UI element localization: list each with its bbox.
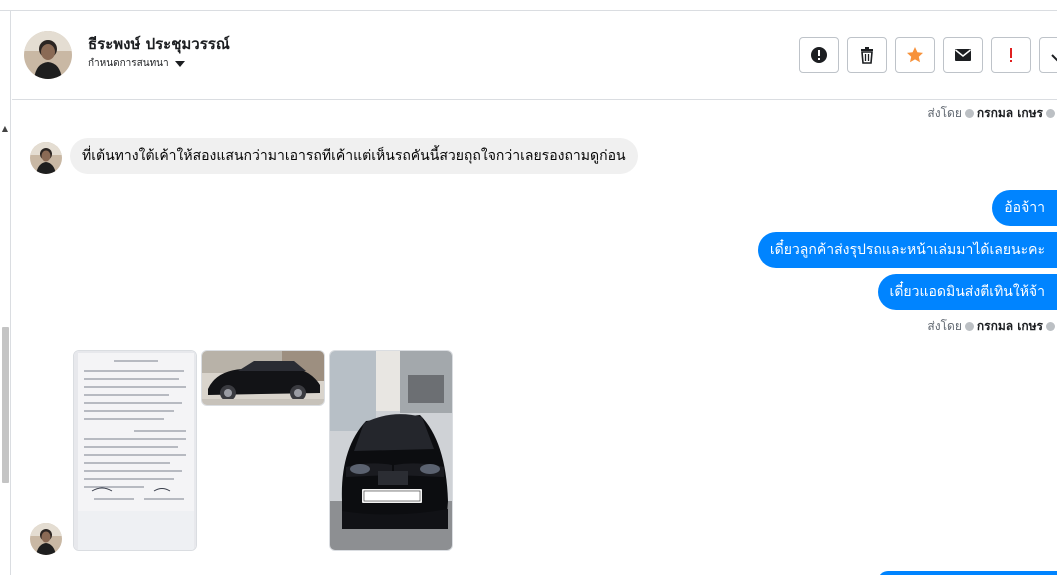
sent-by-info: ส่งโดย กรกมล เกษร [927,317,1055,336]
caret-down-icon [174,60,185,67]
attachment-document-photo[interactable] [73,350,197,551]
sent-by-agent: กรกมล เกษร [976,106,1043,120]
messenger-conversation: ▲ ธีระพงษ์ ประชุมวรรณ์ กำหนดการสนทนา ส่ง… [0,0,1057,575]
star-icon [907,47,923,63]
sent-by-info: ส่งโดย กรกมล เกษร [927,104,1055,123]
check-icon [1051,54,1057,62]
follow-up-button[interactable] [991,37,1031,73]
trash-icon [861,47,873,64]
agent-status-icon [964,109,974,118]
conversation-label-dropdown[interactable]: กำหนดการสนทนา [88,56,185,71]
incoming-message[interactable]: ที่เต้นทางใต้เค้าให้สองแสนกว่ามาเอารถทีเ… [70,138,638,174]
done-button[interactable] [1039,37,1057,73]
scrollbar[interactable]: ▲ [0,11,11,575]
outgoing-message[interactable]: อ้อจ้าา [992,190,1057,226]
seen-indicator-icon [1046,109,1055,118]
seen-indicator-icon [1046,322,1055,331]
sent-by-prefix: ส่งโดย [927,106,962,120]
sent-by-prefix: ส่งโดย [927,319,962,333]
contact-avatar[interactable] [24,31,72,79]
exclamation-circle-icon [811,47,827,63]
scroll-thumb[interactable] [2,327,9,483]
contact-avatar-small[interactable] [30,142,62,174]
contact-avatar-small[interactable] [30,523,62,555]
top-border [0,0,1057,11]
attachment-car-side-photo[interactable] [201,350,325,406]
delete-button[interactable] [847,37,887,73]
outgoing-message-partial[interactable] [878,571,1057,575]
conversation-toolbar [799,37,1057,73]
mark-spam-button[interactable] [799,37,839,73]
mark-unread-button[interactable] [943,37,983,73]
conversation-header: ธีระพงษ์ ประชุมวรรณ์ กำหนดการสนทนา [12,12,1057,100]
attachment-car-front-photo[interactable] [329,350,453,551]
outgoing-message[interactable]: เดี๋ยวลูกค้าส่งรุปรถและหน้าเล่มมาได้เลยน… [757,232,1057,268]
sent-by-agent: กรกมล เกษร [976,319,1043,333]
exclamation-icon [1010,48,1012,62]
scroll-up-arrow-icon[interactable]: ▲ [1,124,9,134]
envelope-icon [955,49,971,61]
label-dropdown-text: กำหนดการสนทนา [88,58,169,69]
star-button[interactable] [895,37,935,73]
outgoing-message[interactable]: เดี๋ยวแอดมินส่งตีเทินให้จ้า [877,274,1057,310]
agent-status-icon [964,322,974,331]
contact-name: ธีระพงษ์ ประชุมวรรณ์ [88,35,230,53]
